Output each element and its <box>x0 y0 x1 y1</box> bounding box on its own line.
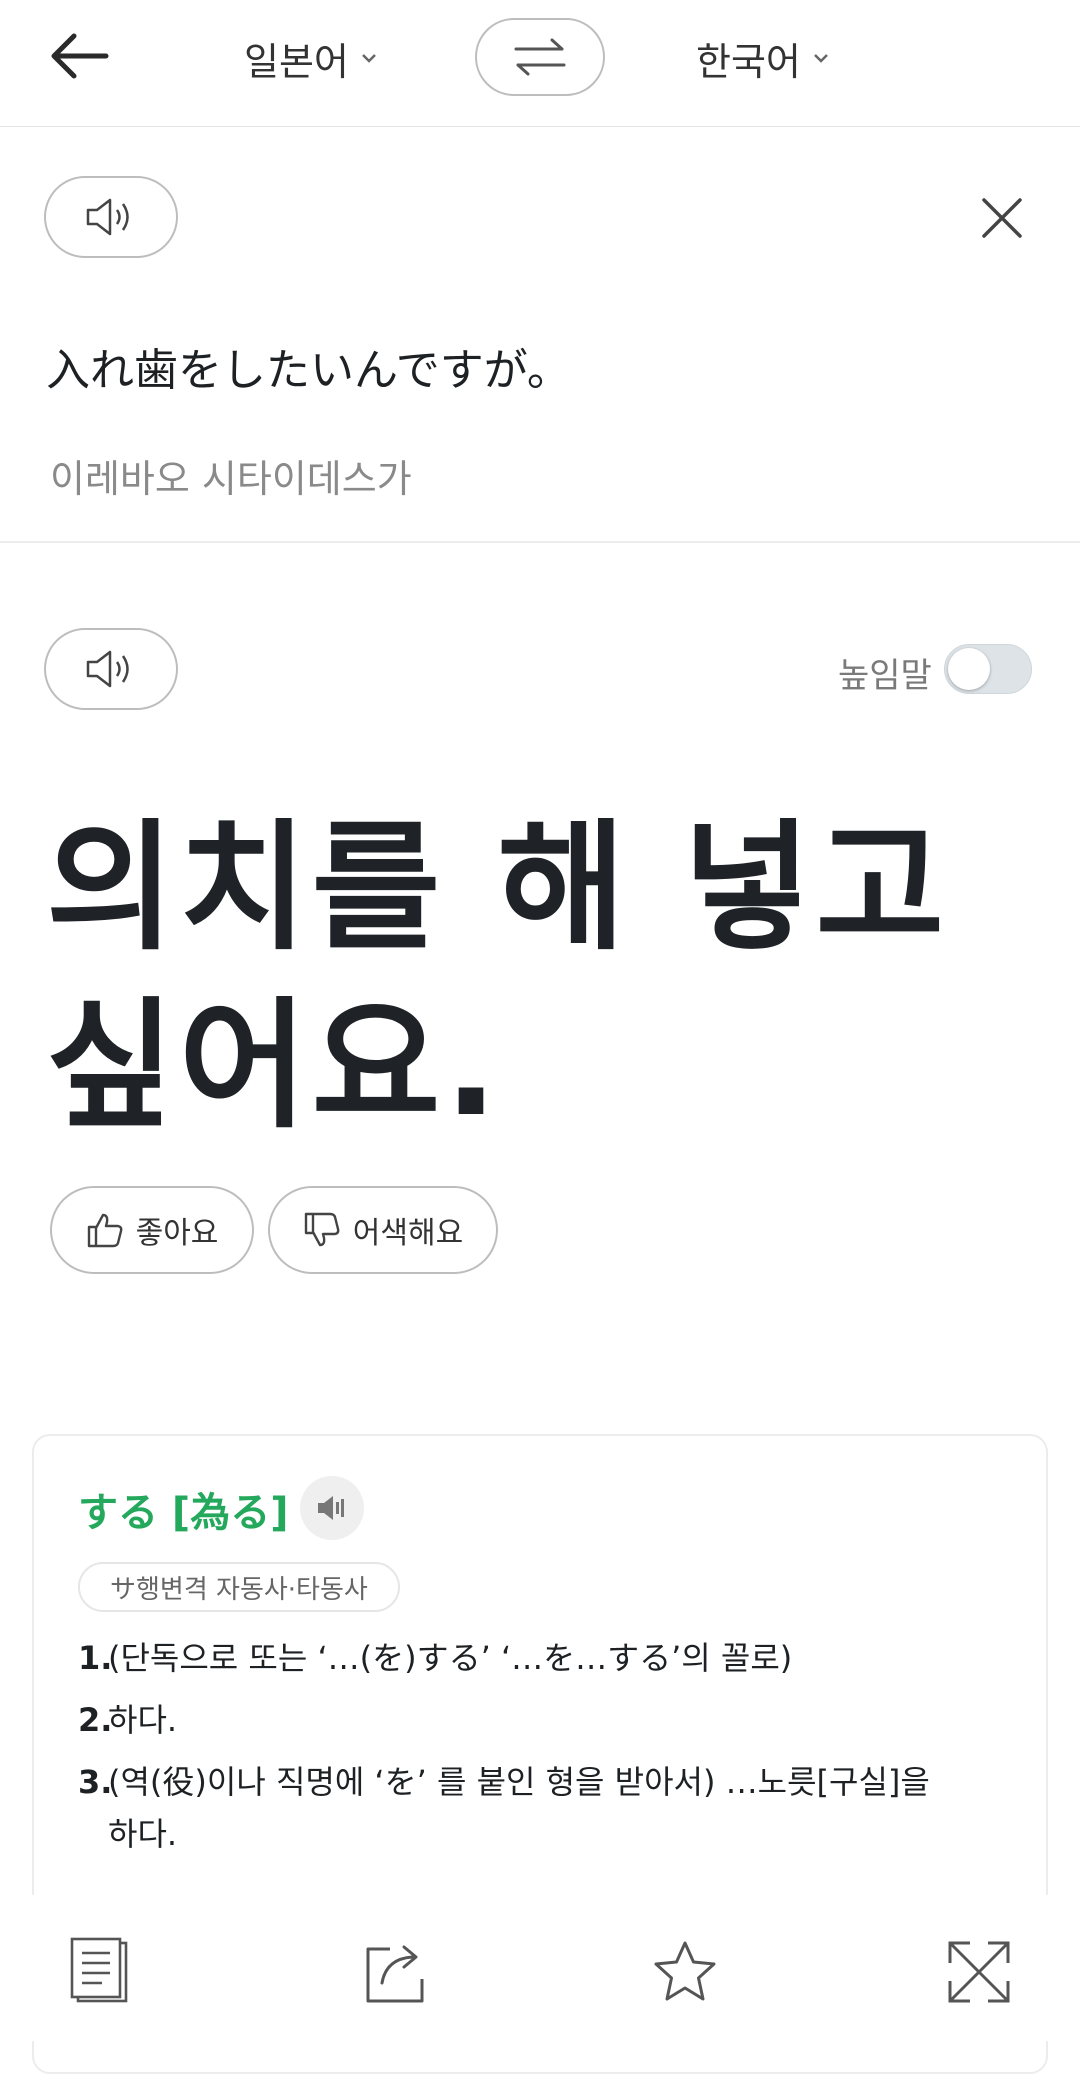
clear-button[interactable] <box>976 192 1028 244</box>
copy-icon <box>70 1937 128 2003</box>
definition-text: (단독으로 또는 ‘…(を)する’ ‘…を…する’의 꼴로) <box>108 1639 793 1677</box>
fullscreen-button[interactable] <box>944 1937 1014 2007</box>
share-icon <box>366 1945 424 2003</box>
like-label: 좋아요 <box>135 1216 219 1251</box>
honorific-label: 높임말 <box>838 656 932 696</box>
target-language-select[interactable]: 한국어 <box>696 30 831 86</box>
copy-button[interactable] <box>66 1937 136 2007</box>
chevron-down-icon <box>362 54 376 63</box>
dictionary-headword[interactable]: する [為る] <box>78 1480 289 1538</box>
thumbs-up-icon <box>87 1213 122 1248</box>
expand-icon <box>948 1941 1010 2003</box>
source-text[interactable]: 入れ歯をしたいんですが。 <box>46 334 571 398</box>
favorite-button[interactable] <box>650 1937 720 2007</box>
speaker-icon <box>86 198 129 236</box>
dislike-label: 어색해요 <box>352 1216 464 1251</box>
share-button[interactable] <box>362 1937 432 2007</box>
swap-languages-button[interactable] <box>475 18 605 96</box>
bottom-toolbar <box>0 1895 1080 2041</box>
definition-text: (역(役)이나 직명에 ‘を’ 를 붙인 형을 받아서) …노릇[구실]을 하다… <box>108 1763 930 1853</box>
dictionary-speak-button[interactable] <box>300 1476 364 1540</box>
back-button[interactable] <box>48 28 118 84</box>
honorific-toggle[interactable] <box>944 644 1032 694</box>
close-icon <box>982 198 1022 238</box>
arrow-left-icon <box>51 33 109 79</box>
definition-text: 하다. <box>108 1701 178 1739</box>
source-language-label: 일본어 <box>244 39 349 84</box>
dislike-button[interactable]: 어색해요 <box>268 1186 498 1274</box>
thumbs-down-icon <box>304 1212 340 1247</box>
target-language-label: 한국어 <box>696 39 801 84</box>
toggle-knob <box>948 648 990 690</box>
source-language-select[interactable]: 일본어 <box>244 30 379 86</box>
part-of-speech-badge: サ행변격 자동사·타동사 <box>78 1562 400 1612</box>
section-divider <box>0 541 1080 543</box>
result-speak-button[interactable] <box>44 628 178 710</box>
translation-text: 의치를 해 넣고 싶어요. <box>46 807 949 1148</box>
definition-item: 3. (역(役)이나 직명에 ‘を’ 를 붙인 형을 받아서) …노릇[구실]을… <box>78 1756 978 1866</box>
top-bar: 일본어 한국어 <box>0 0 1080 127</box>
swap-arrows-icon <box>514 38 566 76</box>
speaker-icon <box>86 650 129 688</box>
star-icon <box>654 1941 716 2001</box>
definition-item: 2. 하다. <box>78 1694 978 1746</box>
speaker-icon <box>318 1496 344 1520</box>
like-button[interactable]: 좋아요 <box>50 1186 254 1274</box>
source-reading: 이레바오 시타이데스가 <box>50 457 412 501</box>
source-speak-button[interactable] <box>44 176 178 258</box>
chevron-down-icon <box>814 54 828 63</box>
definition-item: 1. (단독으로 또는 ‘…(を)する’ ‘…を…する’의 꼴로) <box>78 1632 978 1684</box>
